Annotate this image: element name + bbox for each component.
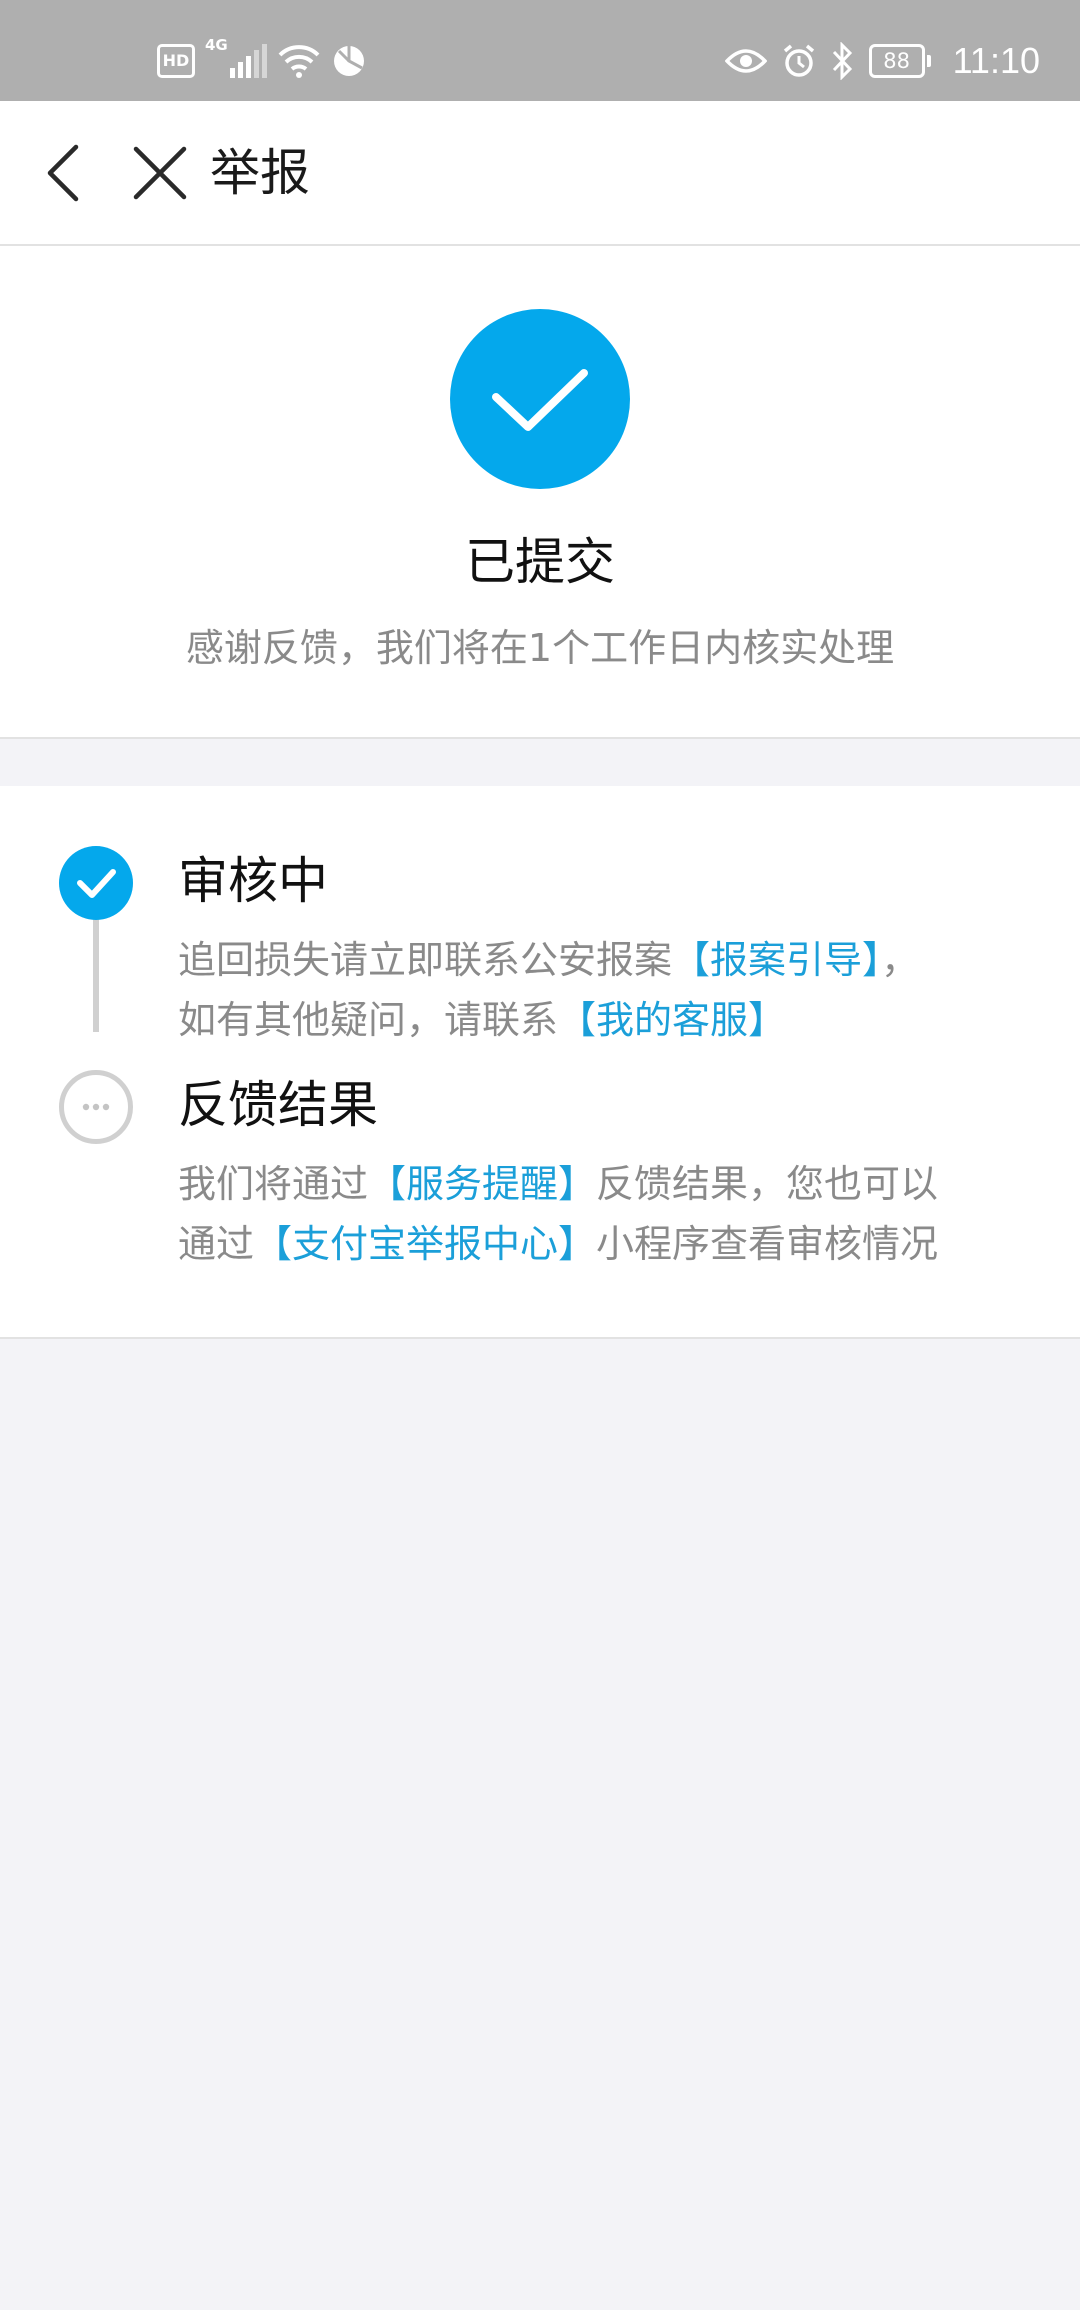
step-done-check-icon	[59, 846, 133, 920]
data-saver-icon	[333, 46, 364, 76]
battery-icon: 88	[868, 44, 931, 78]
battery-level: 88	[883, 49, 910, 73]
step-title-reviewing: 审核中	[178, 852, 328, 910]
progress-card: 审核中 追回损失请立即联系公安报案【报案引导】， 如有其他疑问，请联系【我的客服…	[0, 786, 1080, 1339]
timeline-connector	[93, 904, 99, 1032]
report-guide-link[interactable]: 【报案引导】	[672, 938, 881, 982]
check-icon	[77, 869, 116, 898]
more-dots-icon	[82, 1103, 110, 1111]
check-icon	[492, 369, 588, 431]
hd-icon: HD	[157, 44, 195, 78]
service-reminder-link[interactable]: 【服务提醒】	[368, 1162, 596, 1206]
step-desc-feedback: 我们将通过【服务提醒】反馈结果，您也可以 通过【支付宝举报中心】小程序查看审核情…	[178, 1154, 1038, 1274]
step-pending-more-icon	[59, 1070, 133, 1144]
step-desc-text: 小程序查看审核情况	[596, 1222, 939, 1266]
page-title: 举报	[210, 144, 310, 202]
step-title-feedback: 反馈结果	[178, 1076, 378, 1134]
step-desc-line: 我们将通过【服务提醒】反馈结果，您也可以	[178, 1154, 1038, 1214]
step-desc-text: 通过	[178, 1222, 255, 1266]
signal-icon	[229, 44, 267, 78]
step-desc-text: 追回损失请立即联系公安报案	[178, 938, 673, 982]
result-title: 已提交	[465, 533, 615, 591]
wifi-icon	[278, 45, 320, 78]
step-desc-line: 追回损失请立即联系公安报案【报案引导】，	[178, 930, 1038, 990]
status-time: 11:10	[952, 40, 1040, 81]
chevron-left-icon[interactable]	[40, 141, 90, 205]
bluetooth-icon	[832, 42, 852, 80]
my-customer-service-link[interactable]: 【我的客服】	[558, 998, 786, 1042]
result-card: 已提交 感谢反馈，我们将在1个工作日内核实处理	[0, 246, 1080, 739]
network-type-label: 4G	[205, 36, 228, 54]
check-circle-icon	[450, 309, 630, 489]
nav-bar: 举报	[0, 101, 1080, 246]
step-desc-text: ，	[881, 938, 920, 982]
step-desc-text: 我们将通过	[178, 1162, 369, 1206]
step-desc-line: 通过【支付宝举报中心】小程序查看审核情况	[178, 1214, 1038, 1274]
step-desc-reviewing: 追回损失请立即联系公安报案【报案引导】， 如有其他疑问，请联系【我的客服】	[178, 930, 1038, 1050]
status-right-group: 88 11:10	[724, 36, 1040, 86]
step-desc-text: 反馈结果，您也可以	[596, 1162, 939, 1206]
step-desc-text: 如有其他疑问，请联系	[178, 998, 559, 1042]
close-icon[interactable]	[130, 143, 190, 203]
alarm-icon	[783, 44, 814, 77]
status-bar: HD 4G 88 11:10	[0, 0, 1080, 101]
status-left-group: HD 4G	[157, 38, 367, 84]
alipay-report-center-link[interactable]: 【支付宝举报中心】	[254, 1222, 596, 1266]
step-desc-line: 如有其他疑问，请联系【我的客服】	[178, 990, 1038, 1050]
result-subtitle: 感谢反馈，我们将在1个工作日内核实处理	[185, 626, 895, 670]
eye-icon	[724, 49, 767, 73]
